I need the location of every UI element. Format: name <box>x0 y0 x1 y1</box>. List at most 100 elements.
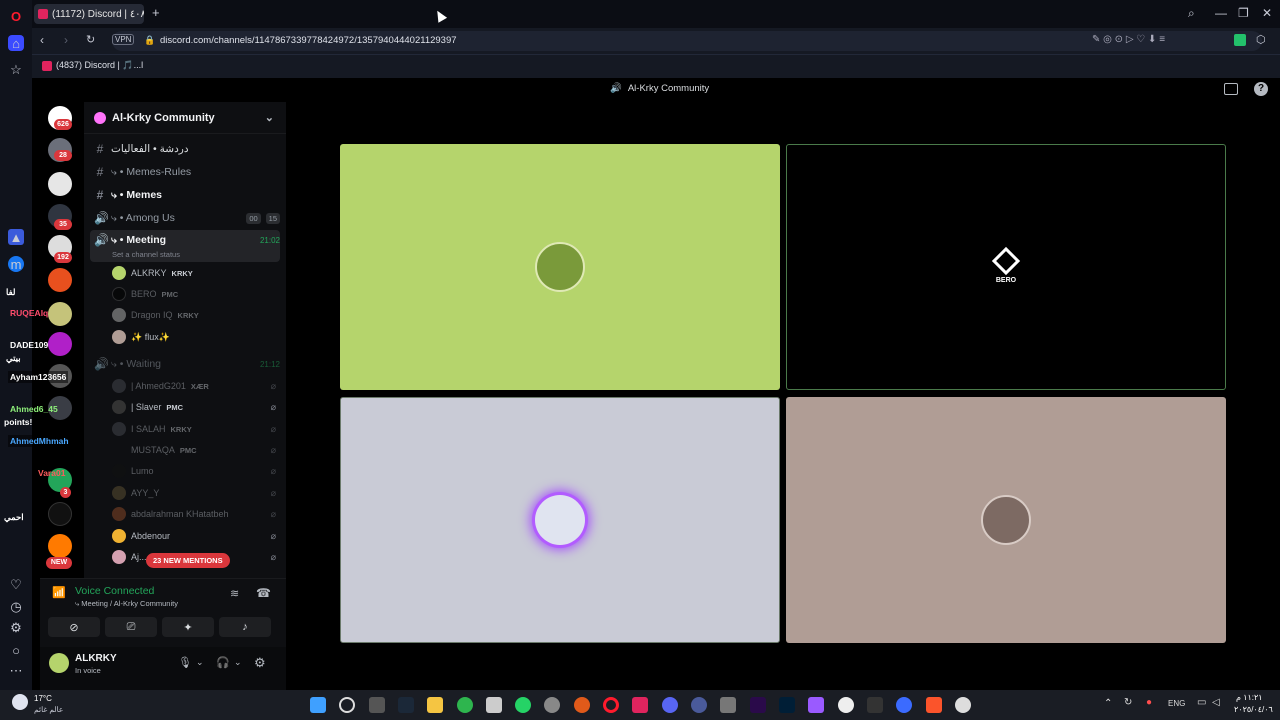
language-indicator[interactable]: ENG <box>1168 699 1185 708</box>
close-window-icon[interactable]: ✕ <box>1262 6 1272 20</box>
history-icon[interactable]: ◷ <box>8 599 24 615</box>
voice-user[interactable]: MUSTAQA PMC ⌀ <box>112 441 282 459</box>
forward-icon[interactable]: › <box>64 33 68 47</box>
user-settings-icon[interactable]: ⚙ <box>254 655 266 671</box>
participant-tile[interactable] <box>340 144 780 390</box>
heart-icon[interactable]: ♡ <box>8 577 24 593</box>
app-icon[interactable] <box>838 697 854 713</box>
extension-icons[interactable]: ✎ ◎ ⊙ ▷ ♡ ⬇ ≡ <box>1092 34 1165 45</box>
screen-share-button[interactable]: ⎚ <box>105 617 157 637</box>
soundboard-button[interactable]: ♪ <box>219 617 271 637</box>
app-icon[interactable] <box>808 697 824 713</box>
chrome-icon[interactable] <box>457 697 473 713</box>
disconnect-icon[interactable]: ☎ <box>256 586 271 600</box>
more-icon[interactable]: ⋯ <box>8 663 24 679</box>
channel-item-waiting[interactable]: 🔊 ⤷ • Waiting 21:12 <box>94 354 280 374</box>
activities-button[interactable]: ✦ <box>162 617 214 637</box>
chevron-down-icon[interactable]: ⌄ <box>196 657 204 668</box>
vpn-shield-icon[interactable] <box>1234 34 1246 46</box>
capcut-icon[interactable] <box>867 697 883 713</box>
voice-location[interactable]: ⤷ Meeting / Al-Krky Community <box>75 599 178 609</box>
back-icon[interactable]: ‹ <box>40 33 44 47</box>
clock-date[interactable]: ٢٠٢٥/٠٤/٠٦ <box>1234 705 1273 714</box>
voice-user[interactable]: abdalrahman KHatatbeh ⌀ <box>112 505 282 523</box>
minimize-icon[interactable]: — <box>1215 6 1227 20</box>
server-icon[interactable] <box>48 534 72 558</box>
opera-icon[interactable] <box>603 697 619 713</box>
weather-temp[interactable]: 17°C <box>34 694 52 703</box>
photoshop-icon[interactable] <box>779 697 795 713</box>
channel-item[interactable]: # دردشة • الفعاليات <box>94 139 280 159</box>
home-icon[interactable]: ⌂ <box>8 35 24 51</box>
noise-suppression-icon[interactable]: ≋ <box>230 587 239 600</box>
chevron-down-icon[interactable]: ⌄ <box>234 657 242 668</box>
app-icon[interactable] <box>955 697 971 713</box>
file-explorer-icon[interactable] <box>427 697 443 713</box>
aria-icon[interactable]: ▲ <box>8 229 24 245</box>
voice-user[interactable]: AYY_Y ⌀ <box>112 484 282 502</box>
tips-icon[interactable]: ○ <box>8 642 24 658</box>
vpn-badge[interactable]: VPN <box>112 34 135 45</box>
app-icon[interactable] <box>486 697 502 713</box>
channel-item[interactable]: # ⤷ • Memes-Rules <box>94 162 280 182</box>
url-field[interactable]: VPN 🔒 discord.com/channels/1147867339778… <box>112 31 1262 51</box>
new-mentions-pill[interactable]: 23 NEW MENTIONS <box>146 553 230 568</box>
microphone-icon[interactable]: 🎙 <box>178 656 192 669</box>
voice-user[interactable]: Dragon IQ KRKY <box>112 306 282 324</box>
voice-user[interactable]: BERO PMC <box>112 285 282 303</box>
pinboard-icon[interactable]: ☆ <box>8 62 24 78</box>
inbox-icon[interactable] <box>1224 83 1238 95</box>
opera-logo-icon[interactable]: O <box>8 8 24 24</box>
voice-connected-label[interactable]: Voice Connected <box>75 585 154 597</box>
chevron-up-icon[interactable]: ⌃ <box>1104 698 1112 709</box>
voice-user[interactable]: Lumo ⌀ <box>112 462 282 480</box>
channel-item[interactable]: # ⤷ • Memes <box>94 185 280 205</box>
headphones-icon[interactable]: 🎧 <box>216 656 230 669</box>
tiktok-icon[interactable] <box>632 697 648 713</box>
discord-icon[interactable] <box>662 697 678 713</box>
search-icon[interactable] <box>339 697 355 713</box>
new-tab-button[interactable]: + <box>152 5 160 20</box>
microphone-icon[interactable]: ● <box>1146 697 1152 708</box>
sync-icon[interactable]: ↻ <box>1124 697 1132 708</box>
voice-user[interactable]: ✨ flux✨ <box>112 328 282 346</box>
participant-tile[interactable] <box>786 397 1226 643</box>
voice-user[interactable]: | Slaver PMC ⌀ <box>112 398 282 416</box>
voice-user[interactable]: I SALAH KRKY ⌀ <box>112 420 282 438</box>
voice-user[interactable]: Abdenour ⌀ <box>112 527 282 545</box>
maximize-icon[interactable]: ❐ <box>1238 6 1249 20</box>
steam-icon[interactable] <box>398 697 414 713</box>
camera-button[interactable]: ⊘ <box>48 617 100 637</box>
weather-icon[interactable] <box>12 694 28 710</box>
start-icon[interactable] <box>310 697 326 713</box>
brave-icon[interactable] <box>926 697 942 713</box>
easy-setup-icon[interactable]: ⬡ <box>1256 33 1266 46</box>
participant-tile[interactable] <box>340 397 780 643</box>
app-icon[interactable] <box>896 697 912 713</box>
whatsapp-icon[interactable] <box>515 697 531 713</box>
settings-icon[interactable]: ⚙ <box>8 620 24 636</box>
app-icon[interactable] <box>691 697 707 713</box>
voice-user[interactable]: ALKRKY KRKY <box>112 264 282 282</box>
app-icon[interactable] <box>544 697 560 713</box>
network-icon[interactable]: ▭ <box>1197 697 1206 708</box>
messenger-icon[interactable]: m <box>8 256 24 272</box>
avatar[interactable] <box>49 653 69 673</box>
channel-status[interactable]: Set a channel status <box>112 250 180 259</box>
task-view-icon[interactable] <box>369 697 385 713</box>
server-header[interactable]: Al-Krky Community ⌄ <box>84 102 286 134</box>
app-icon[interactable] <box>574 697 590 713</box>
chevron-down-icon[interactable]: ⌄ <box>265 111 274 124</box>
premiere-icon[interactable] <box>750 697 766 713</box>
app-icon[interactable] <box>720 697 736 713</box>
voice-user[interactable]: | AhmedG201 XÆR ⌀ <box>112 377 282 395</box>
participant-tile[interactable]: BERO <box>786 144 1226 390</box>
help-icon[interactable]: ? <box>1254 82 1268 96</box>
clock-time[interactable]: ١١:٢١ م <box>1236 693 1263 702</box>
channel-item[interactable]: 🔊 ⤷ • Among Us 00 15 <box>94 208 280 228</box>
tab-discord[interactable]: (11172) Discord | ٤٠٨ × <box>34 4 144 24</box>
bookmark-discord[interactable]: (4837) Discord | 🎵...l <box>42 60 143 71</box>
channel-item-meeting[interactable]: 🔊 ⤷ • Meeting 21:02 <box>94 230 280 250</box>
volume-icon[interactable]: ◁ <box>1212 697 1220 708</box>
reload-icon[interactable]: ↻ <box>86 33 95 46</box>
